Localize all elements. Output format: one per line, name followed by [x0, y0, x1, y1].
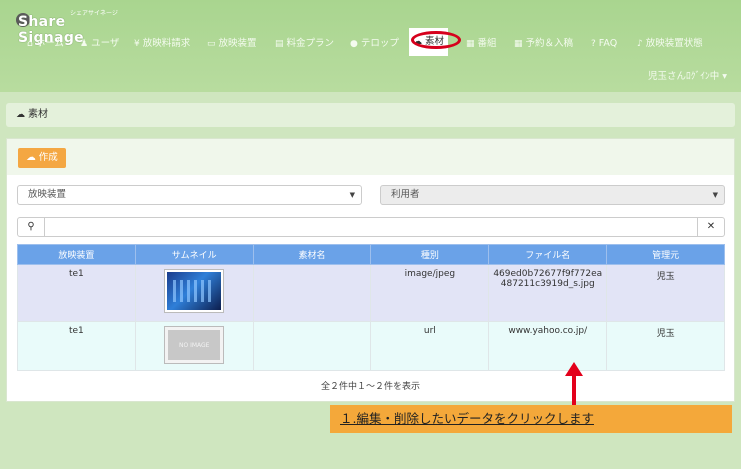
materials-table: 放映装置 サムネイル 素材名 種別 ファイル名 管理元 te1 image/jp… [17, 244, 725, 371]
breadcrumb-label: 素材 [28, 109, 48, 120]
search-icon: ⚲ [27, 221, 35, 232]
create-label: 作成 [38, 152, 58, 163]
nav-label: 放映装置 [218, 38, 257, 49]
nav-label: テロップ [360, 38, 399, 49]
monitor-icon: ▭ [207, 39, 216, 49]
create-button[interactable]: ☁ 作成 [18, 148, 66, 168]
thumbnail-placeholder[interactable]: NO IMAGE [164, 326, 225, 364]
instruction-callout: １.編集・削除したいデータをクリックします [330, 405, 732, 433]
question-icon: ? [591, 39, 596, 49]
clear-button[interactable]: ✕ [697, 217, 725, 237]
user-menu[interactable]: 児玉さんﾛｸﾞｲﾝ中 ▾ [648, 68, 727, 82]
cell-name [252, 264, 372, 322]
chevron-down-icon: ▼ [712, 191, 718, 199]
device-select[interactable]: 放映装置 ▼ [17, 185, 362, 205]
bell-icon: ♪ [637, 39, 643, 49]
nav-label: 料金プラン [286, 38, 335, 49]
nav-item-device-status[interactable]: ♪ 放映装置状態 [637, 36, 703, 52]
search-bar: ⚲ ✕ [17, 217, 725, 237]
col-header-file[interactable]: ファイル名 [488, 244, 608, 265]
col-header-thumbnail[interactable]: サムネイル [134, 244, 254, 265]
card-icon: ▤ [275, 39, 284, 49]
thumbnail-detail [173, 280, 214, 302]
cell-device: te1 [17, 264, 136, 322]
nav-item-devices[interactable]: ▭ 放映装置 [207, 36, 257, 52]
cloud-upload-icon: ☁ [16, 110, 25, 120]
comment-icon: ● [350, 39, 358, 49]
nav-label: 番組 [477, 38, 497, 49]
table-header-row: 放映装置 サムネイル 素材名 種別 ファイル名 管理元 [17, 244, 725, 265]
no-image-label: NO IMAGE [168, 330, 221, 360]
yen-icon: ¥ [134, 39, 140, 49]
nav-item-billing[interactable]: ¥ 放映料請求 [134, 36, 190, 52]
top-header: シェアサイネージ Share Signage ⌂ ホーム ♟ ユーザ ¥ 放映料請求 … [0, 0, 741, 92]
cell-owner: 児玉 [606, 321, 725, 371]
cell-owner: 児玉 [606, 264, 725, 322]
pagination-summary: 全２件中１～２件を表示 [320, 382, 420, 392]
table-row[interactable]: te1 NO IMAGE url www.yahoo.co.jp/ 児玉 [17, 321, 725, 371]
chevron-down-icon: ▼ [349, 191, 355, 199]
breadcrumb: ☁ 素材 [6, 103, 735, 127]
users-icon: ♟ [80, 39, 89, 49]
col-header-type[interactable]: 種別 [370, 244, 490, 265]
nav-label: 予約＆入稿 [525, 38, 574, 49]
cell-device: te1 [17, 321, 136, 371]
calendar-icon: ▦ [514, 39, 523, 49]
table-row[interactable]: te1 image/jpeg 469ed0b72677f9f772ea48721… [17, 264, 725, 322]
nav-item-programs[interactable]: ▦ 番組 [466, 36, 497, 52]
nav-label: ホーム [35, 38, 64, 49]
nav-label: FAQ [598, 38, 618, 49]
nav-item-faq[interactable]: ? FAQ [591, 36, 617, 52]
search-button[interactable]: ⚲ [17, 217, 45, 237]
home-icon: ⌂ [27, 39, 33, 49]
nav-label: ユーザ [91, 38, 120, 49]
user-select-value: 利用者 [391, 189, 420, 200]
main-nav: ⌂ ホーム ♟ ユーザ ¥ 放映料請求 ▭ 放映装置 ▤ 料金プラン ● テロップ ☁ 素材 … [0, 28, 741, 56]
nav-item-home[interactable]: ⌂ ホーム [27, 36, 64, 52]
thumbnail-image[interactable] [164, 269, 225, 313]
nav-item-users[interactable]: ♟ ユーザ [80, 36, 119, 52]
app-logo[interactable]: シェアサイネージ Share Signage [8, 5, 128, 46]
nav-item-telop[interactable]: ● テロップ [350, 36, 399, 52]
nav-item-plans[interactable]: ▤ 料金プラン [275, 36, 334, 52]
cell-type: image/jpeg [370, 264, 490, 322]
thumbnail-picture [167, 272, 222, 310]
highlight-ring [411, 31, 461, 49]
cell-file: www.yahoo.co.jp/ [488, 321, 608, 371]
device-select-value: 放映装置 [28, 189, 67, 200]
cell-file: 469ed0b72677f9f772ea487211c3919d_s.jpg [488, 264, 608, 322]
nav-label: 放映装置状態 [645, 38, 703, 49]
user-select[interactable]: 利用者 ▼ [380, 185, 725, 205]
col-header-name[interactable]: 素材名 [252, 244, 372, 265]
film-icon: ▦ [466, 39, 475, 49]
arrow-shaft [572, 375, 576, 407]
nav-label: 放映料請求 [142, 38, 191, 49]
cell-thumbnail: NO IMAGE [134, 321, 254, 371]
nav-item-reservations[interactable]: ▦ 予約＆入稿 [514, 36, 573, 52]
col-header-device[interactable]: 放映装置 [17, 244, 136, 265]
search-input[interactable] [44, 217, 698, 237]
cell-thumbnail [134, 264, 254, 322]
arrow-up-icon [565, 362, 583, 376]
cell-type: url [370, 321, 490, 371]
panel-toolbar: ☁ 作成 [7, 139, 734, 175]
cell-name [252, 321, 372, 371]
cloud-upload-icon: ☁ [26, 152, 39, 163]
close-icon: ✕ [706, 221, 716, 232]
materials-panel: ☁ 作成 放映装置 ▼ 利用者 ▼ ⚲ ✕ 放映装置 サムネイル 素材名 種別 … [6, 138, 735, 402]
col-header-owner[interactable]: 管理元 [606, 244, 725, 265]
